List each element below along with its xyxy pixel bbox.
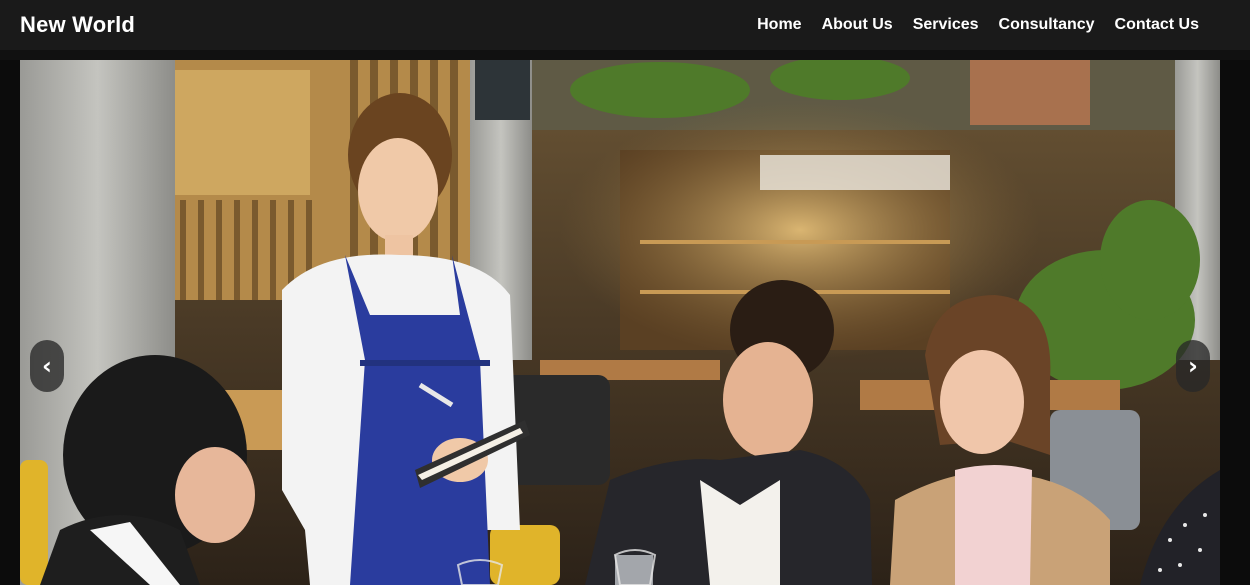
nav-consultancy[interactable]: Consultancy	[999, 16, 1095, 34]
nav-contact-us[interactable]: Contact Us	[1115, 16, 1199, 34]
nav-menu: Home About Us Services Consultancy Conta…	[757, 16, 1199, 34]
hero-carousel: ‹ ›	[20, 60, 1220, 585]
divider	[0, 50, 1250, 60]
nav-services[interactable]: Services	[913, 16, 979, 34]
navbar: New World Home About Us Services Consult…	[0, 0, 1250, 50]
chevron-right-icon: ›	[1188, 352, 1198, 380]
frame-left	[0, 60, 20, 585]
nav-about-us[interactable]: About Us	[822, 16, 893, 34]
chevron-left-icon: ‹	[42, 352, 52, 380]
frame-right	[1220, 60, 1250, 585]
carousel-prev-button[interactable]: ‹	[30, 340, 64, 392]
slide-image	[20, 60, 1220, 585]
nav-home[interactable]: Home	[757, 16, 801, 34]
carousel-next-button[interactable]: ›	[1176, 340, 1210, 392]
brand-logo[interactable]: New World	[20, 12, 135, 38]
